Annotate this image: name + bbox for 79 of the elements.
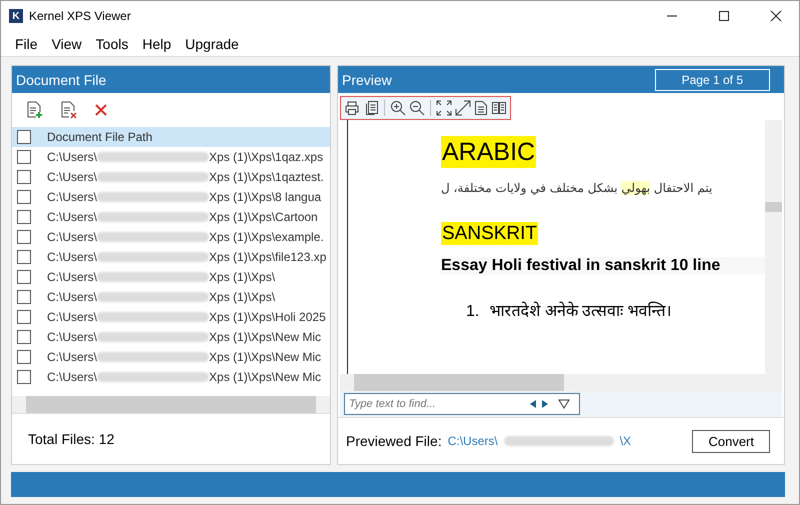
print-icon[interactable]	[344, 100, 360, 116]
panel-title: Preview	[342, 72, 392, 88]
previewed-path-end: \X	[620, 434, 632, 448]
file-path-start: C:\Users\	[47, 230, 98, 244]
checkbox[interactable]	[17, 230, 31, 244]
zoom-out-icon[interactable]	[409, 100, 425, 116]
list-header[interactable]: Document File Path	[12, 127, 330, 147]
filter-icon[interactable]	[558, 399, 570, 409]
checkbox[interactable]	[17, 250, 31, 264]
total-files-label: Total Files: 12	[28, 431, 114, 447]
single-page-icon[interactable]	[474, 100, 488, 116]
file-path-start: C:\Users\	[47, 310, 98, 324]
convert-button[interactable]: Convert	[692, 430, 770, 452]
checkbox[interactable]	[17, 170, 31, 184]
checkbox[interactable]	[17, 310, 31, 324]
file-path-end: Xps (1)\Xps\Cartoon	[209, 210, 318, 224]
file-path-start: C:\Users\	[47, 210, 98, 224]
sanskrit-text: भारतदेशे अनेके उत्सवाः भवन्ति।	[489, 303, 672, 320]
file-path-start: C:\Users\	[47, 150, 98, 164]
two-page-icon[interactable]	[491, 100, 507, 116]
horizontal-scrollbar[interactable]	[340, 374, 782, 391]
copy-icon[interactable]	[363, 100, 379, 116]
file-path-end: Xps (1)\Xps\New Mic	[209, 350, 322, 364]
checkbox[interactable]	[17, 370, 31, 384]
arabic-text: يتم الاحتفال بهولي بشكل مختلف في ولايات مختلفة، ل	[441, 181, 714, 195]
window-title: Kernel XPS Viewer	[29, 9, 131, 23]
menu-item[interactable]: Help	[142, 36, 172, 52]
file-path-end: Xps (1)\Xps\	[209, 270, 276, 284]
menu-item[interactable]: Tools	[96, 36, 128, 52]
list-number: 1.	[466, 303, 480, 320]
checkbox[interactable]	[17, 270, 31, 284]
file-path-end: Xps (1)\Xps\	[209, 290, 276, 304]
menu-item[interactable]: Upgrade	[185, 36, 239, 52]
zoom-in-icon[interactable]	[390, 100, 406, 116]
file-path-start: C:\Users\	[47, 290, 98, 304]
checkbox[interactable]	[17, 330, 31, 344]
essay-title: Essay Holi festival in sanskrit 10 line	[441, 257, 765, 275]
file-path-start: C:\Users\	[47, 370, 98, 384]
checkbox[interactable]	[17, 210, 31, 224]
checkbox[interactable]	[17, 150, 31, 164]
document-heading: SANSKRIT	[441, 222, 538, 245]
app-logo: K	[9, 9, 23, 23]
file-path-end: Xps (1)\Xps\8 langua	[209, 190, 322, 204]
fit-page-icon[interactable]	[436, 100, 452, 116]
file-path-end: Xps (1)\Xps\1qaz.xps	[209, 150, 324, 164]
previous-next-icon[interactable]	[530, 400, 548, 408]
menu-item[interactable]: View	[52, 36, 82, 52]
page-indicator: Page 1 of 5	[654, 68, 770, 90]
file-path-start: C:\Users\	[47, 330, 98, 344]
file-path-end: Xps (1)\Xps\New Mic	[209, 330, 322, 344]
delete-icon[interactable]	[95, 104, 107, 116]
file-path-start: C:\Users\	[47, 250, 98, 264]
checkbox[interactable]	[17, 130, 31, 144]
maximize-icon[interactable]	[718, 10, 730, 22]
horizontal-scrollbar[interactable]	[12, 396, 330, 413]
column-label: Document File Path	[47, 130, 152, 144]
checkbox[interactable]	[17, 290, 31, 304]
file-path-end: Xps (1)\Xps\Holi 2025	[209, 310, 326, 324]
file-path-start: C:\Users\	[47, 190, 98, 204]
checkbox[interactable]	[17, 190, 31, 204]
previewed-file-label: Previewed File:	[346, 433, 442, 449]
find-field[interactable]: Type text to find...	[344, 393, 580, 415]
close-icon[interactable]	[770, 10, 782, 22]
file-path-start: C:\Users\	[47, 350, 98, 364]
document-heading: ARABIC	[441, 136, 536, 168]
checkbox[interactable]	[17, 350, 31, 364]
panel-title: Document File	[16, 72, 106, 88]
expand-icon[interactable]	[455, 100, 471, 116]
add-file-icon[interactable]	[27, 101, 43, 119]
file-path-start: C:\Users\	[47, 270, 98, 284]
file-path-start: C:\Users\	[47, 170, 98, 184]
file-path-end: Xps (1)\Xps\example.	[209, 230, 324, 244]
file-path-end: Xps (1)\Xps\1qaztest.	[209, 170, 324, 184]
vertical-scrollbar[interactable]	[765, 120, 782, 374]
remove-file-icon[interactable]	[61, 101, 77, 119]
file-path-end: Xps (1)\Xps\New Mic	[209, 370, 322, 384]
file-path-end: Xps (1)\Xps\file123.xp	[209, 250, 326, 264]
menu-item[interactable]: File	[15, 36, 38, 52]
previewed-path-start: C:\Users\	[448, 434, 498, 448]
